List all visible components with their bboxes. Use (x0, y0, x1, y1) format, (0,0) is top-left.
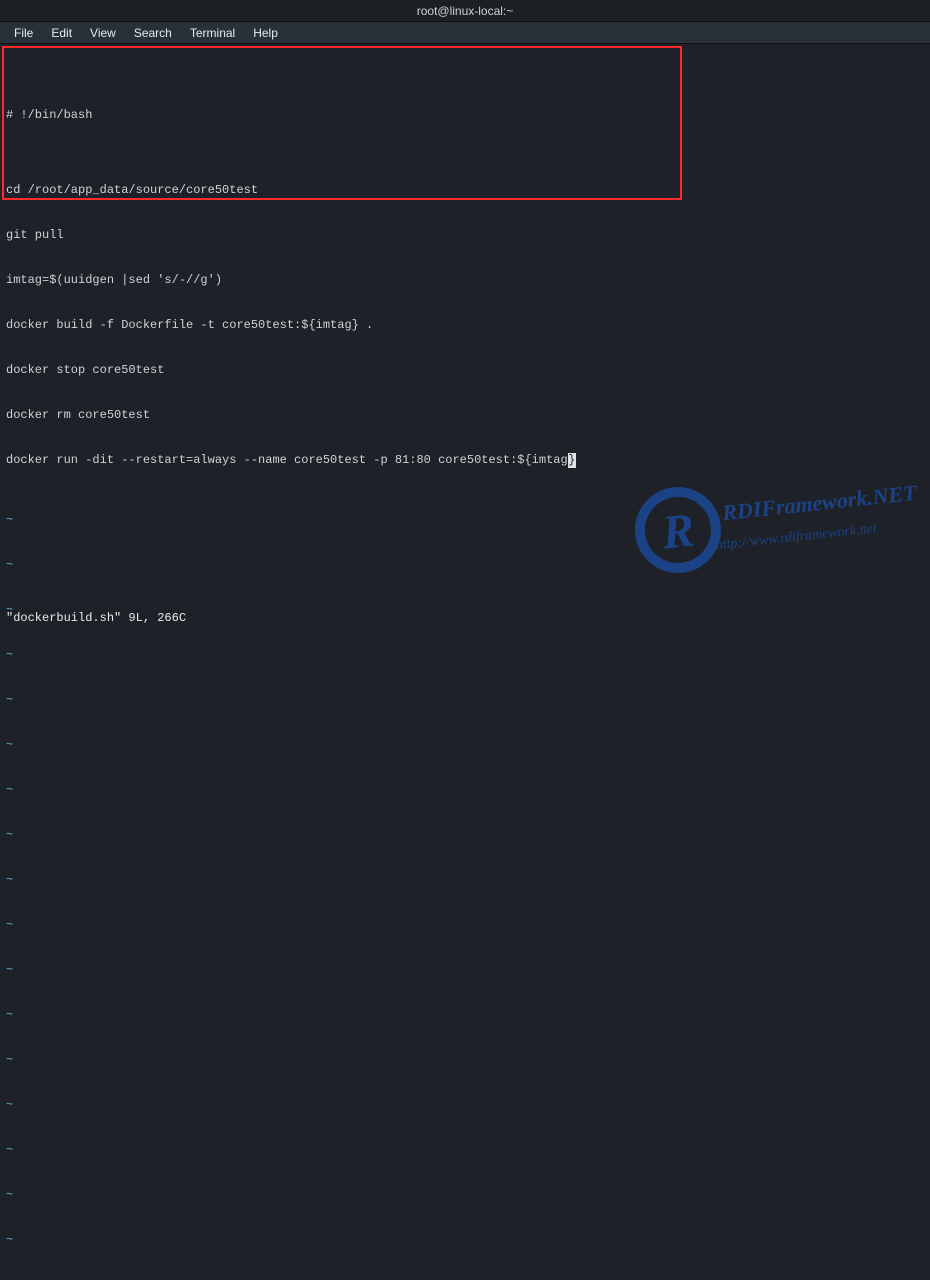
terminal-area[interactable]: # !/bin/bash cd /root/app_data/source/co… (0, 44, 930, 640)
window-titlebar: root@linux-local:~ (0, 0, 930, 22)
script-line-5: imtag=$(uuidgen |sed 's/-//g') (6, 273, 924, 288)
menu-terminal[interactable]: Terminal (182, 24, 243, 42)
vim-status-line: "dockerbuild.sh" 9L, 266C (6, 611, 186, 626)
script-line-8: docker rm core50test (6, 408, 924, 423)
vim-tilde: ~ (6, 963, 924, 978)
vim-tilde: ~ (6, 558, 924, 573)
highlight-box (2, 46, 682, 200)
vim-tilde: ~ (6, 1098, 924, 1113)
vim-tilde: ~ (6, 1278, 924, 1280)
vim-tilde: ~ (6, 1143, 924, 1158)
menu-search[interactable]: Search (126, 24, 180, 42)
script-line-6: docker build -f Dockerfile -t core50test… (6, 318, 924, 333)
vim-tilde: ~ (6, 513, 924, 528)
script-line-1: # !/bin/bash (6, 108, 924, 123)
menu-help[interactable]: Help (245, 24, 286, 42)
vim-tilde: ~ (6, 783, 924, 798)
vim-tilde: ~ (6, 918, 924, 933)
vim-tilde: ~ (6, 1053, 924, 1068)
vim-tilde: ~ (6, 873, 924, 888)
script-line-9: docker run -dit --restart=always --name … (6, 453, 924, 468)
watermark-logo-icon: R RDIFramework.NET http://www.rdiframewo… (629, 465, 919, 605)
vim-tilde: ~ (6, 1008, 924, 1023)
script-line-9-pre: docker run -dit --restart=always --name … (6, 453, 568, 467)
script-line-3: cd /root/app_data/source/core50test (6, 183, 924, 198)
vim-tilde: ~ (6, 648, 924, 663)
script-line-4: git pull (6, 228, 924, 243)
script-line-7: docker stop core50test (6, 363, 924, 378)
menu-file[interactable]: File (6, 24, 41, 42)
vim-tilde: ~ (6, 1233, 924, 1248)
svg-text:R: R (658, 503, 696, 559)
cursor: } (568, 453, 576, 468)
vim-tilde: ~ (6, 1188, 924, 1203)
menu-bar: File Edit View Search Terminal Help (0, 22, 930, 44)
vim-tilde: ~ (6, 693, 924, 708)
vim-tilde: ~ (6, 738, 924, 753)
vim-tilde: ~ (6, 828, 924, 843)
menu-edit[interactable]: Edit (43, 24, 80, 42)
menu-view[interactable]: View (82, 24, 124, 42)
window-title: root@linux-local:~ (417, 4, 514, 18)
